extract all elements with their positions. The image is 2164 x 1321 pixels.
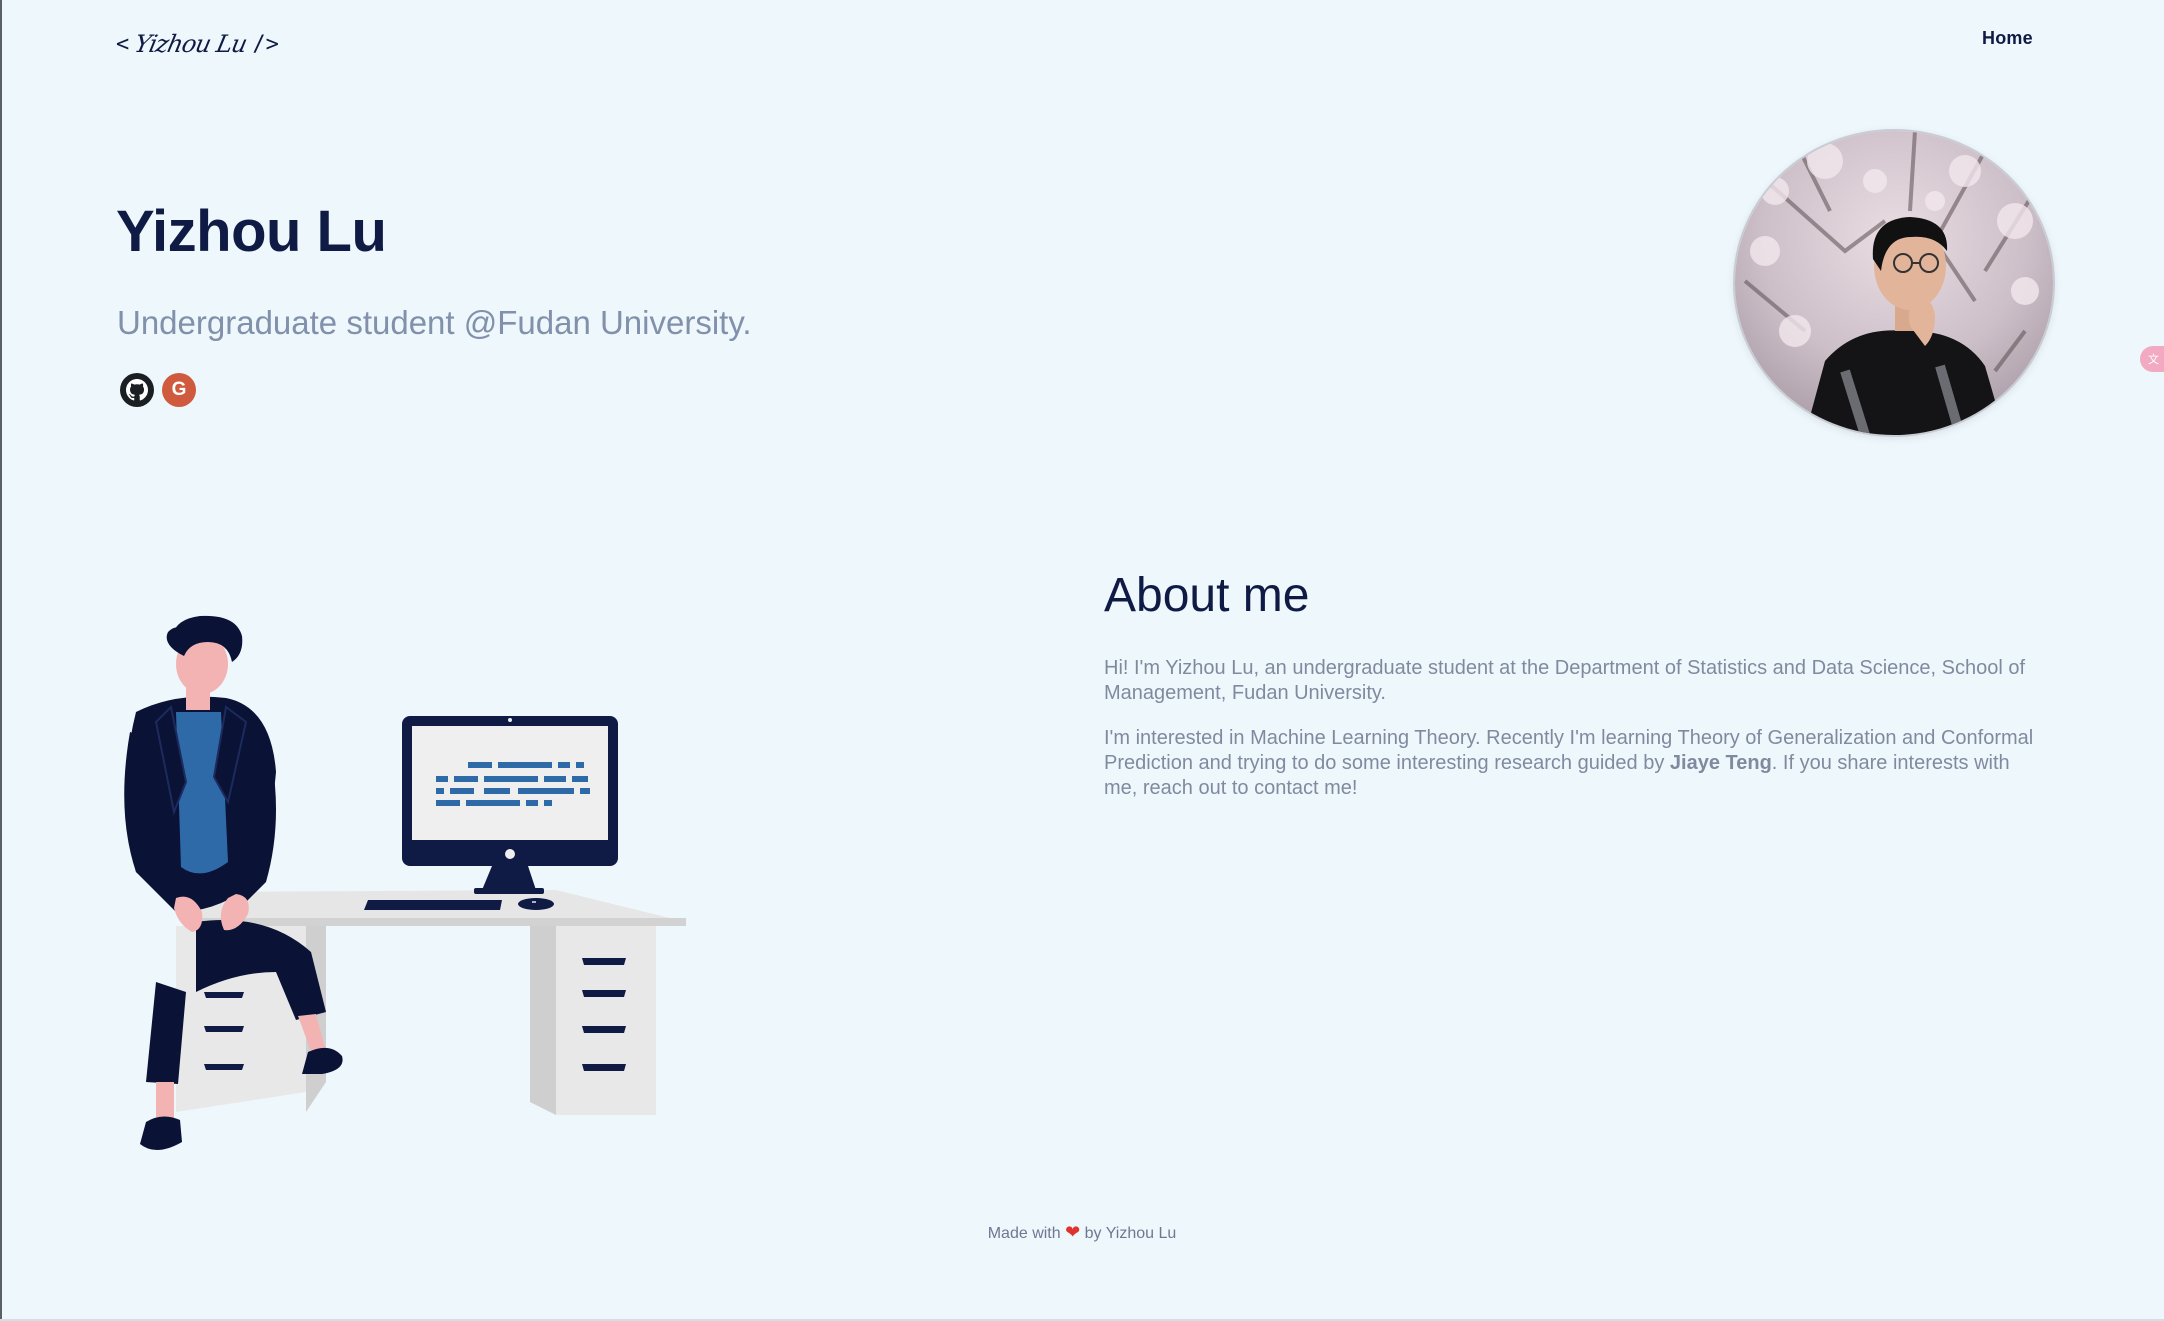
- profile-photo: [1733, 129, 2055, 437]
- heart-icon: ❤: [1065, 1222, 1081, 1242]
- profile-photo-image: [1735, 131, 2053, 435]
- hero-subtitle: Undergraduate student @Fudan University.: [117, 304, 752, 341]
- footer-text-before: Made with: [987, 1225, 1061, 1242]
- github-link[interactable]: [120, 373, 154, 407]
- about-title: About me: [1104, 569, 1310, 622]
- logo-close-bracket: />: [252, 31, 279, 57]
- site-logo[interactable]: < Yizhou Lu />: [116, 22, 286, 66]
- nav-home-link[interactable]: Home: [1982, 28, 2033, 49]
- google-scholar-link[interactable]: G: [162, 373, 196, 407]
- keyboard: [364, 900, 502, 910]
- translate-widget-tab[interactable]: 文: [2140, 346, 2164, 372]
- about-text: Hi! I'm Yizhou Lu, an undergraduate stud…: [1104, 656, 2044, 821]
- window-edge: [0, 0, 2, 1321]
- mouse: [518, 898, 554, 910]
- footer: Made with ❤ by Yizhou Lu: [0, 1222, 2164, 1243]
- logo-signature: Yizhou Lu: [132, 30, 250, 58]
- social-links: G: [120, 373, 196, 407]
- hero-name: Yizhou Lu: [116, 199, 387, 264]
- about-paragraph-1: Hi! I'm Yizhou Lu, an undergraduate stud…: [1104, 657, 2026, 704]
- google-scholar-icon: G: [171, 379, 187, 400]
- advisor-link[interactable]: Jiaye Teng: [1670, 752, 1772, 774]
- desk-illustration: [124, 615, 686, 1151]
- translate-icon: 文: [2148, 354, 2159, 366]
- github-icon: [126, 379, 148, 401]
- logo-open-bracket: <: [116, 31, 130, 57]
- about-paragraph-2: I'm interested in Machine Learning Theor…: [1104, 726, 2044, 801]
- footer-text-after: by Yizhou Lu: [1084, 1225, 1177, 1242]
